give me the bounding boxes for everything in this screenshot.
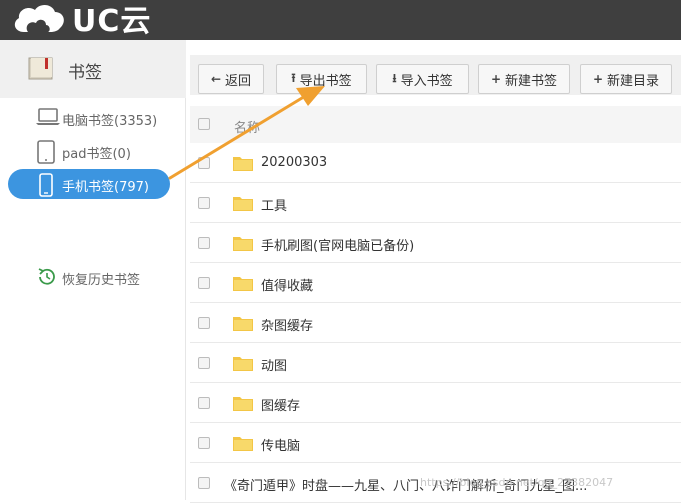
row-checkbox[interactable]	[198, 197, 210, 209]
row-checkbox[interactable]	[198, 277, 210, 289]
export-label: 导出书签	[299, 73, 352, 89]
back-button[interactable]: ← 返回	[198, 64, 264, 94]
table-header: 名称	[190, 106, 681, 144]
row-name: 杂图缓存	[261, 319, 314, 334]
plus-icon: +	[490, 72, 502, 86]
top-bar: UC云	[0, 0, 681, 40]
row-checkbox[interactable]	[198, 357, 210, 369]
import-bookmarks-button[interactable]: ⭳ 导入书签	[376, 64, 469, 94]
row-name: 工具	[261, 199, 288, 214]
folder-icon	[233, 355, 253, 371]
import-label: 导入书签	[400, 73, 453, 89]
row-name: 手机刷图(官网电脑已备份)	[261, 239, 415, 254]
folder-icon	[233, 155, 253, 171]
history-restore-icon	[36, 266, 58, 292]
row-name: 20200303	[261, 155, 328, 170]
table-row[interactable]: 传电脑	[190, 423, 681, 463]
table-row[interactable]: 动图	[190, 343, 681, 383]
plus-icon: +	[592, 72, 604, 86]
restore-history-label: 恢复历史书签	[62, 273, 141, 288]
table-row[interactable]: 20200303	[190, 143, 681, 183]
table-row[interactable]: 图缓存	[190, 383, 681, 423]
folder-icon	[233, 315, 253, 331]
row-name: 值得收藏	[261, 279, 314, 294]
column-header-name: 名称	[234, 121, 261, 136]
row-name: 图缓存	[261, 399, 301, 414]
sidebar-item-label: pad书签(0)	[62, 147, 131, 162]
sidebar-item-label: 电脑书签(3353)	[62, 114, 158, 129]
new-folder-label: 新建目录	[607, 73, 660, 89]
folder-icon	[233, 195, 253, 211]
sidebar-header: 书签	[0, 40, 186, 98]
sidebar: 书签 电脑书签(3353) pad书签(0) 手机书签(797) 恢复历史书签	[0, 40, 186, 500]
bookmark-panel: ← 返回 ⭱ 导出书签 ⭳ 导入书签 + 新建书签 + 新建目录 名称 2020…	[190, 40, 681, 503]
back-label: 返回	[225, 73, 252, 89]
tablet-icon	[36, 140, 56, 168]
sidebar-item-pad-bookmarks[interactable]: pad书签(0)	[8, 136, 170, 166]
app-title: UC云	[72, 4, 152, 39]
sidebar-item-label: 手机书签(797)	[62, 180, 149, 195]
table-row[interactable]: 手机刷图(官网电脑已备份)	[190, 223, 681, 263]
sidebar-item-pc-bookmarks[interactable]: 电脑书签(3353)	[8, 103, 170, 133]
row-checkbox[interactable]	[198, 317, 210, 329]
upload-icon: ⭱	[291, 70, 296, 85]
arrow-left-icon: ←	[210, 72, 222, 86]
folder-icon	[233, 235, 253, 251]
toolbar: ← 返回 ⭱ 导出书签 ⭳ 导入书签 + 新建书签 + 新建目录	[190, 55, 681, 95]
new-folder-button[interactable]: + 新建目录	[580, 64, 672, 94]
sidebar-item-phone-bookmarks[interactable]: 手机书签(797)	[8, 169, 170, 199]
folder-icon	[233, 395, 253, 411]
book-icon	[27, 54, 55, 86]
folder-icon	[233, 435, 253, 451]
app-logo[interactable]: UC云	[10, 0, 151, 39]
download-icon: ⭳	[392, 70, 397, 85]
new-bookmark-label: 新建书签	[505, 73, 558, 89]
new-bookmark-button[interactable]: + 新建书签	[478, 64, 570, 94]
cloud-logo-icon	[10, 2, 68, 34]
watermark: https://blog.csdn.net/qq_27382047	[420, 476, 614, 489]
row-checkbox[interactable]	[198, 477, 210, 489]
table-row[interactable]: 值得收藏	[190, 263, 681, 303]
row-name: 传电脑	[261, 439, 301, 454]
phone-icon	[36, 173, 56, 201]
row-checkbox[interactable]	[198, 237, 210, 249]
folder-icon	[233, 275, 253, 291]
select-all-checkbox[interactable]	[198, 118, 210, 130]
table-row[interactable]: 工具	[190, 183, 681, 223]
export-bookmarks-button[interactable]: ⭱ 导出书签	[276, 64, 367, 94]
row-checkbox[interactable]	[198, 397, 210, 409]
row-checkbox[interactable]	[198, 157, 210, 169]
restore-history-button[interactable]: 恢复历史书签	[8, 262, 170, 292]
laptop-icon	[36, 107, 60, 131]
row-checkbox[interactable]	[198, 437, 210, 449]
row-name: 动图	[261, 359, 288, 374]
sidebar-title: 书签	[68, 63, 102, 83]
table-row[interactable]: 杂图缓存	[190, 303, 681, 343]
